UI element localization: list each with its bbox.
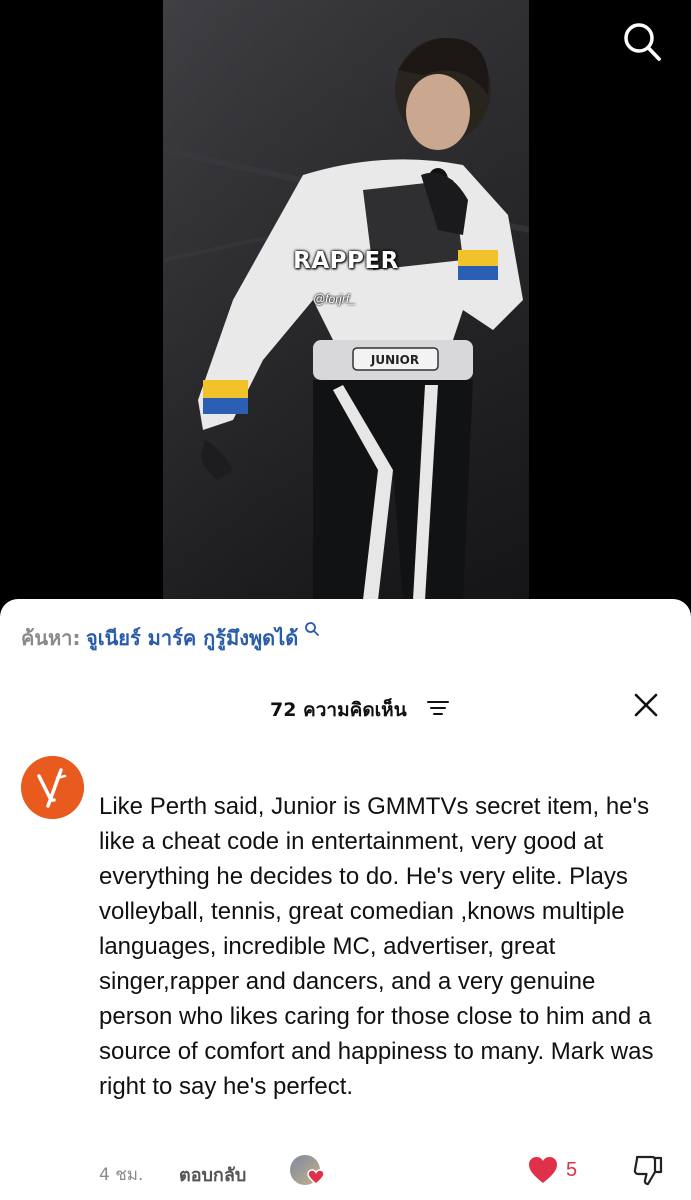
svg-text:JUNIOR: JUNIOR xyxy=(370,353,419,367)
comment-count: 72 ความคิดเห็น xyxy=(270,699,407,721)
search-suggestion-query[interactable]: จูเนียร์ มาร์ค กูรู้มึงพูดได้ xyxy=(86,626,298,650)
commenter-avatar[interactable] xyxy=(21,756,84,819)
comment-body: Like Perth said, Junior is GMMTVs secret… xyxy=(99,793,654,1100)
thumbs-down-icon xyxy=(633,1155,663,1186)
comments-sheet: ค้นหา: จูเนียร์ มาร์ค กูรู้มึงพูดได้ 72 … xyxy=(0,599,691,1200)
video-player[interactable]: JUNIOR RAPPER @forjrf_ xyxy=(0,0,691,615)
creator-heart-icon xyxy=(307,1169,325,1185)
search-suggestion[interactable]: ค้นหา: จูเนียร์ มาร์ค กูรู้มึงพูดได้ xyxy=(21,621,320,654)
like-count: 5 xyxy=(566,1159,578,1181)
search-suggestion-prefix: ค้นหา: xyxy=(21,626,81,650)
close-icon xyxy=(634,693,658,717)
close-button[interactable] xyxy=(630,689,662,721)
filter-icon xyxy=(427,701,449,715)
avatar-logo-icon xyxy=(21,756,84,819)
dislike-button[interactable] xyxy=(632,1153,664,1187)
video-caption: RAPPER xyxy=(293,248,399,274)
heart-filled-icon xyxy=(529,1157,557,1183)
like-button[interactable] xyxy=(527,1155,559,1185)
search-button[interactable] xyxy=(618,18,666,66)
comment-timestamp: 4 ชม. xyxy=(99,1165,144,1185)
comments-header: 72 ความคิดเห็น xyxy=(0,691,691,725)
video-frame[interactable]: JUNIOR RAPPER @forjrf_ xyxy=(163,0,529,600)
sort-button[interactable] xyxy=(427,699,449,717)
comment-actions: 4 ชม. ตอบกลับ 5 xyxy=(0,1151,691,1191)
search-small-icon xyxy=(304,622,319,636)
reply-button[interactable]: ตอบกลับ xyxy=(179,1160,246,1189)
search-icon xyxy=(624,23,661,61)
video-watermark-handle: @forjrf_ xyxy=(313,292,356,306)
